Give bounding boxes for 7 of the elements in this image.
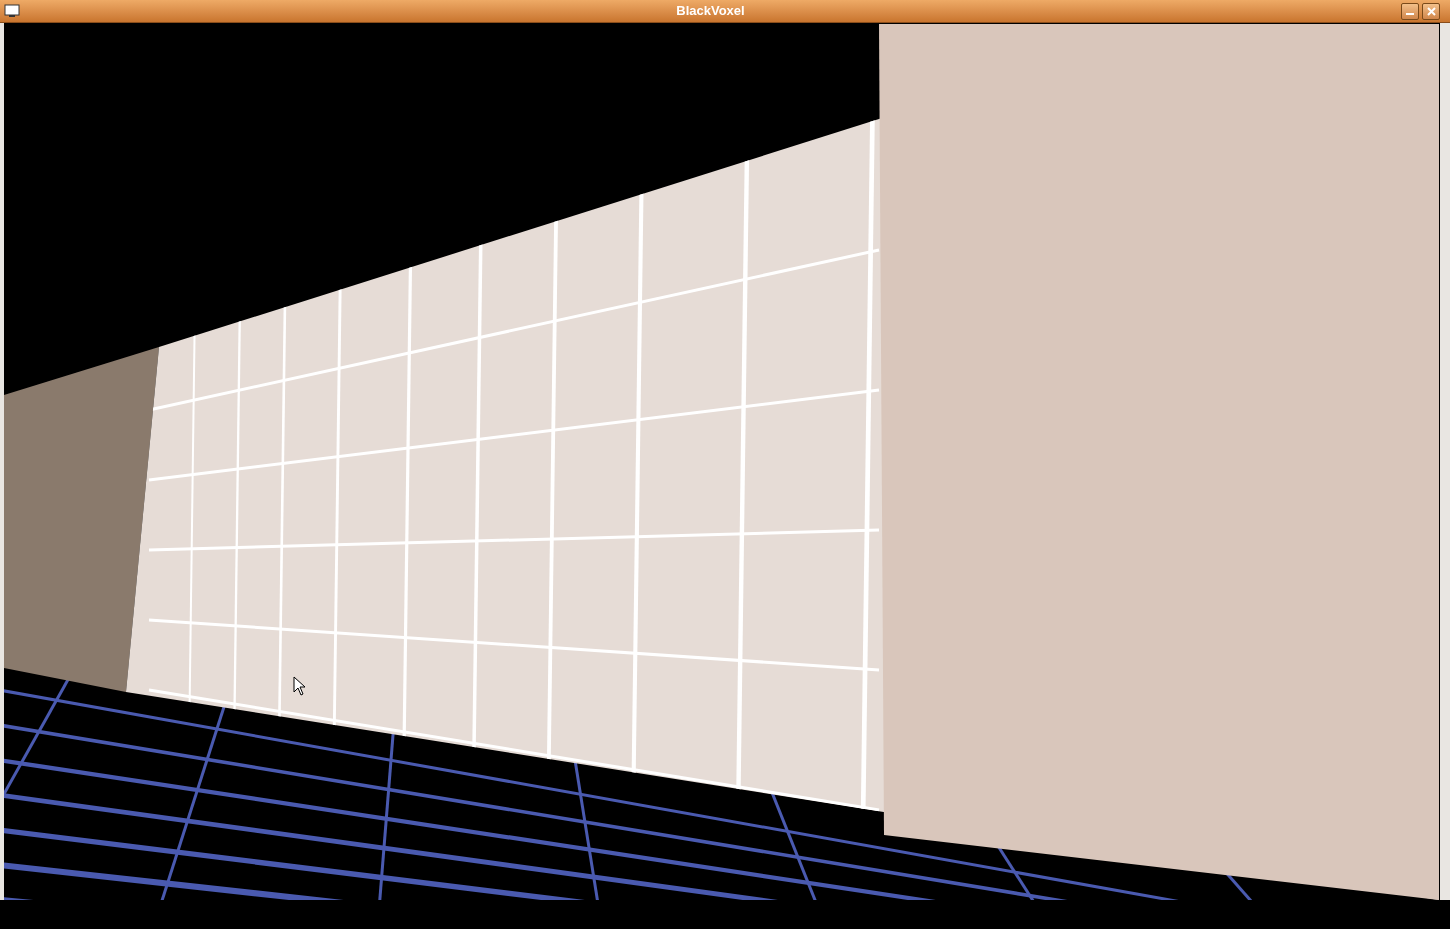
close-icon (1426, 6, 1436, 16)
close-button[interactable] (1422, 2, 1440, 20)
cursor-icon (293, 676, 306, 696)
window-title: BlackVoxel (676, 2, 745, 21)
minimize-icon (1406, 12, 1414, 15)
minimize-button[interactable] (1401, 2, 1419, 20)
window-icon (4, 4, 20, 18)
